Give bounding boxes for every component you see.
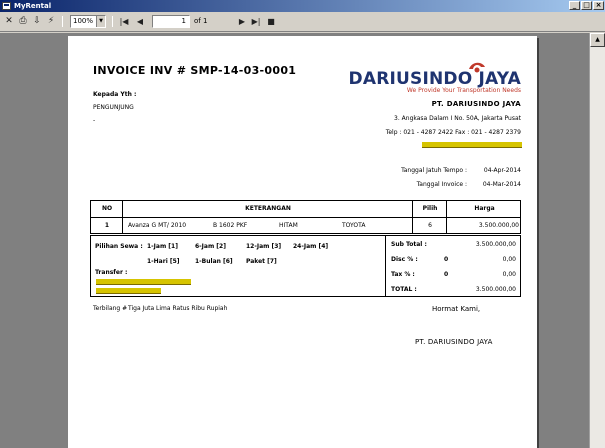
transfer-label: Transfer : — [95, 269, 128, 276]
row-option: 6 — [428, 222, 432, 229]
rental-option: 12-Jam [3] — [246, 243, 282, 250]
row-brand: TOYOTA — [342, 222, 366, 229]
rental-option: 6-Jam [2] — [195, 243, 226, 250]
rental-option: 1-Jam [1] — [147, 243, 178, 250]
export-icon[interactable]: ⇩ — [31, 15, 43, 28]
toolbar-separator — [62, 16, 63, 27]
signatory-name: PT. DARIUSINDO JAYA — [415, 338, 493, 346]
tax-percent: 0 — [444, 271, 449, 278]
discount-label: Disc % : — [391, 256, 418, 263]
discount-percent: 0 — [444, 256, 449, 263]
vertical-scrollbar[interactable]: ▲ — [589, 33, 605, 448]
company-phone-fax: Telp : 021 - 4287 2422 Fax : 021 - 4287 … — [385, 129, 521, 136]
rental-option: Paket [7] — [246, 258, 277, 265]
items-table: NO KETERANGAN Pilih Harga 1 Avanza G MT/… — [90, 200, 521, 234]
last-page-icon[interactable]: ▶| — [250, 15, 262, 28]
redaction-mark — [96, 279, 191, 285]
chevron-down-icon[interactable]: ▼ — [96, 16, 105, 27]
close-report-icon[interactable]: ✕ — [3, 15, 15, 28]
row-price: 3.500.000,00 — [478, 222, 519, 229]
window-title: MyRental — [14, 2, 52, 10]
amount-in-words: Tiga Juta Lima Ratus Ribu Rupiah — [128, 305, 228, 312]
row-color: HITAM — [279, 222, 298, 229]
next-page-icon[interactable]: ▶ — [236, 15, 248, 28]
rental-option: 1-Bulan [6] — [195, 258, 233, 265]
scroll-up-icon[interactable]: ▲ — [590, 33, 605, 47]
invoice-title: INVOICE INV # SMP-14-03-0001 — [93, 64, 297, 77]
summary-section: Pilihan Sewa : 1-Jam [1] 6-Jam [2] 12-Ja… — [90, 235, 521, 297]
row-plate: B 1602 PKF — [213, 222, 248, 229]
first-page-icon[interactable]: |◀ — [118, 15, 130, 28]
invoice-date-label: Tanggal Invoice : — [416, 181, 467, 188]
close-button[interactable]: × — [593, 1, 604, 10]
minimize-button[interactable]: _ — [569, 1, 580, 10]
summary-divider — [385, 236, 386, 296]
toolbar-separator — [112, 16, 113, 27]
rental-option: 1-Hari [5] — [147, 258, 180, 265]
discount-amount: 0,00 — [502, 256, 516, 263]
zoom-select[interactable]: 100% ▼ — [70, 15, 106, 28]
company-name: PT. DARIUSINDO JAYA — [431, 100, 521, 108]
customer-name: PENGUNJUNG — [93, 104, 134, 111]
tax-label: Tax % : — [391, 271, 415, 278]
subtotal-label: Sub Total : — [391, 241, 427, 248]
app-icon — [2, 2, 11, 10]
invoice-page: INVOICE INV # SMP-14-03-0001 Kepada Yth … — [68, 36, 537, 448]
tax-amount: 0,00 — [502, 271, 516, 278]
due-date-label: Tanggal Jatuh Tempo : — [401, 167, 467, 174]
zoom-value: 100% — [73, 17, 94, 25]
total-value: 3.500.000,00 — [475, 286, 516, 293]
row-vehicle: Avanza G MT/ 2010 — [128, 222, 187, 229]
column-header-option: Pilih — [422, 205, 438, 212]
column-header-no: NO — [101, 205, 113, 212]
redaction-mark — [422, 142, 522, 148]
company-logo-text: DARIUSINDO JAYA — [348, 69, 521, 89]
previous-page-icon[interactable]: ◀ — [134, 15, 146, 28]
column-header-price: Harga — [474, 205, 495, 212]
column-header-description: KETERANGAN — [245, 205, 291, 212]
recipient-label: Kepada Yth : — [93, 91, 137, 98]
rental-options-label: Pilihan Sewa : — [95, 243, 143, 250]
amount-in-words-label: Terbilang # — [93, 305, 128, 312]
redaction-mark — [96, 288, 161, 294]
report-toolbar: ✕ ⎙ ⇩ ⚡ 100% ▼ |◀ ◀ 1 of 1 ▶ ▶| ■ — [0, 12, 605, 32]
customer-address: - — [93, 117, 96, 124]
invoice-date-value: 04-Mar-2014 — [482, 181, 521, 188]
row-number: 1 — [104, 222, 110, 229]
window-controls: _ □ × — [569, 1, 604, 10]
restore-button[interactable]: □ — [581, 1, 592, 10]
print-icon[interactable]: ⎙ — [17, 15, 29, 28]
table-header: NO KETERANGAN Pilih Harga — [91, 201, 520, 218]
page-count: of 1 — [194, 17, 208, 25]
company-address: 3. Angkasa Dalam I No. 50A, Jakarta Pusa… — [394, 115, 521, 122]
window-titlebar: MyRental _ □ × — [0, 0, 605, 12]
due-date-value: 04-Apr-2014 — [483, 167, 521, 174]
total-label: TOTAL : — [391, 286, 417, 293]
company-tagline: We Provide Your Transportation Needs — [406, 87, 521, 94]
closing-salutation: Hormat Kami, — [432, 305, 481, 313]
subtotal-value: 3.500.000,00 — [475, 241, 516, 248]
page-number-input[interactable]: 1 — [152, 15, 190, 28]
rental-option: 24-Jam [4] — [293, 243, 329, 250]
stop-icon[interactable]: ■ — [265, 15, 277, 28]
refresh-icon[interactable]: ⚡ — [45, 15, 57, 28]
